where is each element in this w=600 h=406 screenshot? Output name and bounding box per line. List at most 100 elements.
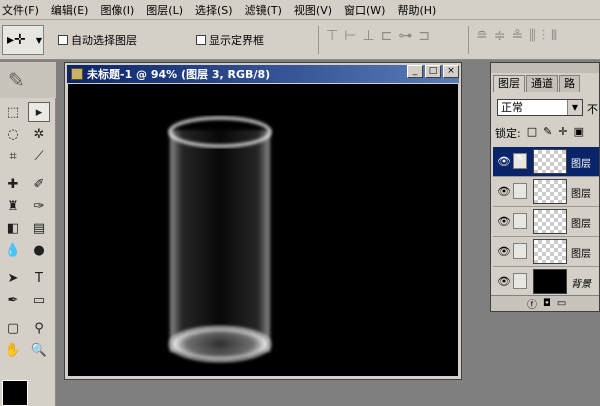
move-tool-icon: ▸✛ [7, 32, 26, 48]
eye-icon[interactable]: 👁 [497, 245, 511, 258]
align-bottom-icon[interactable]: ⊥ [362, 28, 374, 44]
menu-layer[interactable]: 图层(L) [146, 2, 183, 18]
align-hcenter-icon[interactable]: ⊶ [398, 28, 412, 44]
align-left-icon[interactable]: ⊏ [381, 28, 393, 44]
tab-layers[interactable]: 图层 [493, 75, 525, 92]
lock-all-icon[interactable]: ▣ [574, 125, 584, 141]
tool-preset-picker[interactable]: ▸✛ ▼ [2, 25, 44, 55]
align-buttons: ⊤ ⊢ ⊥ ⊏ ⊶ ⊐ [326, 28, 430, 44]
tab-paths[interactable]: 路 [559, 75, 580, 92]
layer-style-icon[interactable]: ⓕ [527, 296, 537, 311]
layer-thumbnail [533, 149, 567, 174]
history-brush-icon[interactable]: ✑ [28, 196, 50, 216]
minimize-button[interactable]: _ [407, 65, 423, 78]
zoom-tool-icon[interactable]: 🔍 [28, 340, 50, 360]
healing-brush-icon[interactable]: ✚ [2, 174, 24, 194]
close-button[interactable]: × [443, 65, 459, 78]
align-top-icon[interactable]: ⊤ [326, 28, 338, 44]
layers-panel: 图层 通道 路 正常 ▼ 不 锁定: □ ✎ ✛ ▣ 👁 ✎ 图层 👁 图层 👁 [490, 62, 600, 312]
link-box [513, 243, 527, 259]
blur-tool-icon[interactable]: 💧 [2, 240, 24, 260]
lasso-tool-icon[interactable]: ◌ [2, 124, 24, 144]
lock-position-icon[interactable]: ✛ [558, 125, 567, 141]
notes-tool-icon[interactable]: ▢ [2, 318, 24, 338]
layer-row-background[interactable]: 👁 背景 [493, 267, 599, 297]
layer-thumbnail [533, 179, 567, 204]
brush-icon: ✎ [513, 153, 527, 169]
eye-icon[interactable]: 👁 [497, 155, 511, 168]
layer-thumbnail [533, 239, 567, 264]
lock-transparency-icon[interactable]: □ [527, 125, 537, 141]
distribute-hcenter-icon[interactable]: ⫶ [542, 28, 546, 44]
distribute-vcenter-icon[interactable]: ≑ [494, 28, 506, 44]
menu-image[interactable]: 图像(I) [100, 2, 134, 18]
menu-view[interactable]: 视图(V) [294, 2, 332, 18]
checkbox-box[interactable] [196, 35, 206, 45]
layer-row[interactable]: 👁 图层 [493, 237, 599, 267]
clone-stamp-icon[interactable]: ♜ [2, 196, 24, 216]
photoshop-logo[interactable]: ✎ [0, 62, 56, 98]
eye-icon[interactable]: 👁 [497, 215, 511, 228]
crop-tool-icon[interactable]: ⌗ [2, 146, 24, 166]
eyedropper-tool-icon[interactable]: ⚲ [28, 318, 50, 338]
layer-thumbnail [533, 209, 567, 234]
pen-tool-icon[interactable]: ✒ [2, 290, 24, 310]
link-box [513, 213, 527, 229]
lock-label: 锁定: [495, 127, 521, 140]
hand-tool-icon[interactable]: ✋ [2, 340, 24, 360]
menu-filter[interactable]: 滤镜(T) [245, 2, 282, 18]
menu-file[interactable]: 文件(F) [2, 2, 39, 18]
canvas[interactable] [68, 84, 458, 376]
gradient-tool-icon[interactable]: ▤ [28, 218, 50, 238]
maximize-button[interactable]: □ [425, 65, 441, 78]
magic-wand-tool-icon[interactable]: ✲ [28, 124, 50, 144]
brush-tool-icon[interactable]: ✐ [28, 174, 50, 194]
blend-mode-value: 正常 [501, 101, 523, 114]
panel-tabs: 图层 通道 路 [491, 75, 599, 92]
move-tool-icon[interactable]: ▸ [28, 102, 50, 122]
glass-cylinder-artwork [168, 116, 272, 362]
layer-row[interactable]: 👁 图层 [493, 177, 599, 207]
document-titlebar[interactable]: 未标题-1 @ 94% (图层 3, RGB/8) [67, 65, 459, 83]
distribute-bottom-icon[interactable]: ≗ [511, 28, 523, 44]
toolbox: ✎ ⬚ ▸ ◌ ✲ ⌗ ⟋ ✚ ✐ ♜ ✑ ◧ ▤ 💧 ● ➤ T ✒ ▭ ▢ … [0, 62, 56, 406]
separator [318, 26, 319, 54]
lock-pixels-icon[interactable]: ✎ [543, 125, 552, 141]
blend-mode-select[interactable]: 正常 ▼ [497, 99, 583, 116]
layer-thumbnail [533, 269, 567, 294]
panel-grip[interactable] [491, 63, 599, 73]
menu-bar: 文件(F) 编辑(E) 图像(I) 图层(L) 选择(S) 滤镜(T) 视图(V… [0, 0, 600, 20]
auto-select-checkbox[interactable]: 自动选择图层 [58, 32, 137, 48]
distribute-right-icon[interactable]: ⫴ [551, 28, 557, 44]
shape-tool-icon[interactable]: ▭ [28, 290, 50, 310]
layer-row[interactable]: 👁 ✎ 图层 [493, 147, 599, 177]
chevron-down-icon: ▼ [35, 36, 42, 45]
layer-row[interactable]: 👁 图层 [493, 207, 599, 237]
new-set-icon[interactable]: ▭ [557, 298, 566, 309]
eraser-tool-icon[interactable]: ◧ [2, 218, 24, 238]
dodge-tool-icon[interactable]: ● [28, 240, 50, 260]
menu-window[interactable]: 窗口(W) [344, 2, 385, 18]
menu-select[interactable]: 选择(S) [195, 2, 233, 18]
eye-icon[interactable]: 👁 [497, 185, 511, 198]
type-tool-icon[interactable]: T [28, 268, 50, 288]
mask-icon[interactable]: ◘ [543, 298, 551, 309]
show-bounds-checkbox[interactable]: 显示定界框 [196, 32, 264, 48]
checkbox-box[interactable] [58, 35, 68, 45]
opacity-label: 不 [587, 103, 598, 116]
marquee-tool-icon[interactable]: ⬚ [2, 102, 24, 122]
distribute-left-icon[interactable]: ⫼ [529, 28, 535, 44]
align-vcenter-icon[interactable]: ⊢ [344, 28, 356, 44]
slice-tool-icon[interactable]: ⟋ [28, 146, 50, 166]
tab-channels[interactable]: 通道 [526, 75, 558, 92]
menu-help[interactable]: 帮助(H) [397, 2, 436, 18]
foreground-color-swatch[interactable] [2, 380, 28, 406]
path-selection-icon[interactable]: ➤ [2, 268, 24, 288]
document-window: 未标题-1 @ 94% (图层 3, RGB/8) _ □ × [64, 62, 462, 380]
document-icon [71, 68, 83, 80]
lock-row: 锁定: □ ✎ ✛ ▣ [495, 125, 584, 141]
eye-icon[interactable]: 👁 [497, 275, 511, 288]
distribute-top-icon[interactable]: ≘ [476, 28, 488, 44]
align-right-icon[interactable]: ⊐ [418, 28, 430, 44]
menu-edit[interactable]: 编辑(E) [51, 2, 89, 18]
